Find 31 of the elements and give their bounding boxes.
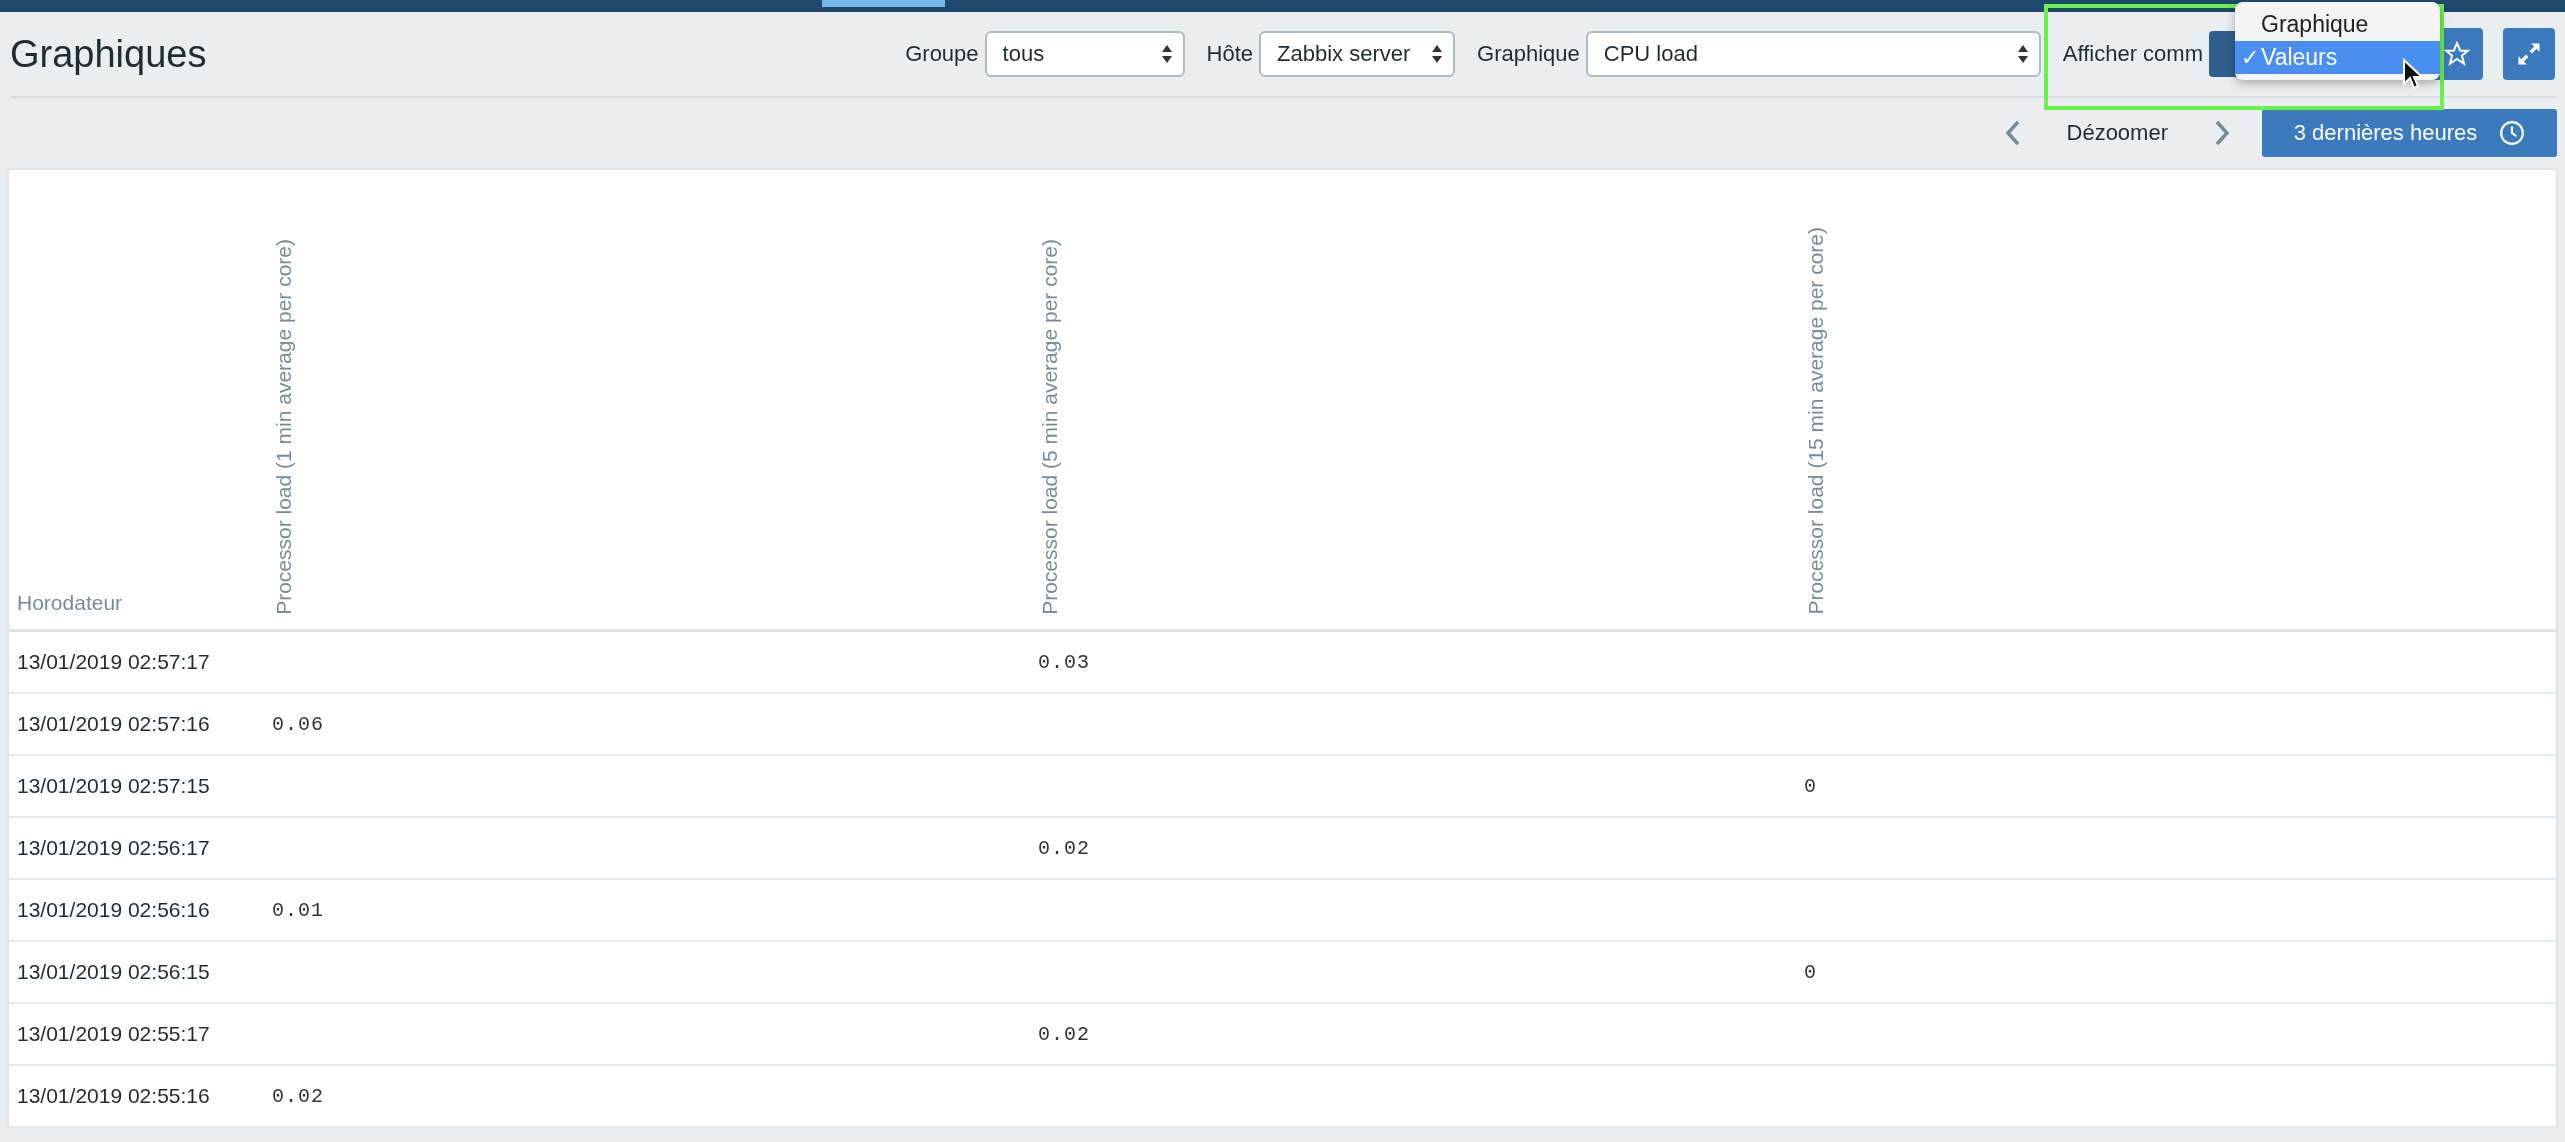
column-header: Processor load (1 min average per core) — [272, 239, 296, 615]
timestamp-cell: 13/01/2019 02:56:15 — [17, 960, 210, 984]
value-cell: 0.03 — [1038, 650, 1090, 674]
value-cell: 0.02 — [272, 1084, 324, 1108]
timestamp-cell: 13/01/2019 02:56:17 — [17, 836, 210, 860]
value-cell: 0.02 — [1038, 1022, 1090, 1046]
timestamp-cell: 13/01/2019 02:55:16 — [17, 1084, 210, 1108]
timestamp-cell: 13/01/2019 02:57:17 — [17, 650, 210, 674]
menu-option[interactable]: Graphique — [2235, 8, 2440, 41]
column-header: Processor load (15 min average per core) — [1804, 227, 1828, 615]
timestamp-cell: 13/01/2019 02:57:16 — [17, 712, 210, 736]
value-cell: 0.02 — [1038, 836, 1090, 860]
value-cell: 0 — [1804, 960, 1817, 984]
filter-label: Graphique — [1477, 41, 1580, 67]
column-header: Processor load (5 min average per core) — [1038, 239, 1062, 615]
timestamp-cell: 13/01/2019 02:55:17 — [17, 1022, 210, 1046]
time-period-button[interactable]: 3 dernières heures — [2262, 109, 2557, 157]
filter-label: Groupe — [905, 41, 979, 67]
zoom-out-button[interactable]: Dézoomer — [2042, 120, 2192, 146]
timestamp-cell: 13/01/2019 02:56:16 — [17, 898, 210, 922]
column-header: Horodateur — [17, 591, 123, 615]
select-field[interactable]: tous — [984, 31, 1185, 77]
value-cell: 0 — [1804, 774, 1817, 798]
select-field[interactable]: Zabbix server — [1259, 31, 1456, 77]
timestamp-cell: 13/01/2019 02:57:15 — [17, 774, 210, 798]
select-field[interactable]: CPU load — [1585, 31, 2041, 77]
page-title: Graphiques — [10, 32, 208, 76]
value-cell: 0.01 — [272, 898, 324, 922]
value-cell: 0.06 — [272, 712, 324, 736]
filter-label: Hôte — [1206, 41, 1254, 67]
filter-label: Afficher comm — [2062, 41, 2203, 67]
